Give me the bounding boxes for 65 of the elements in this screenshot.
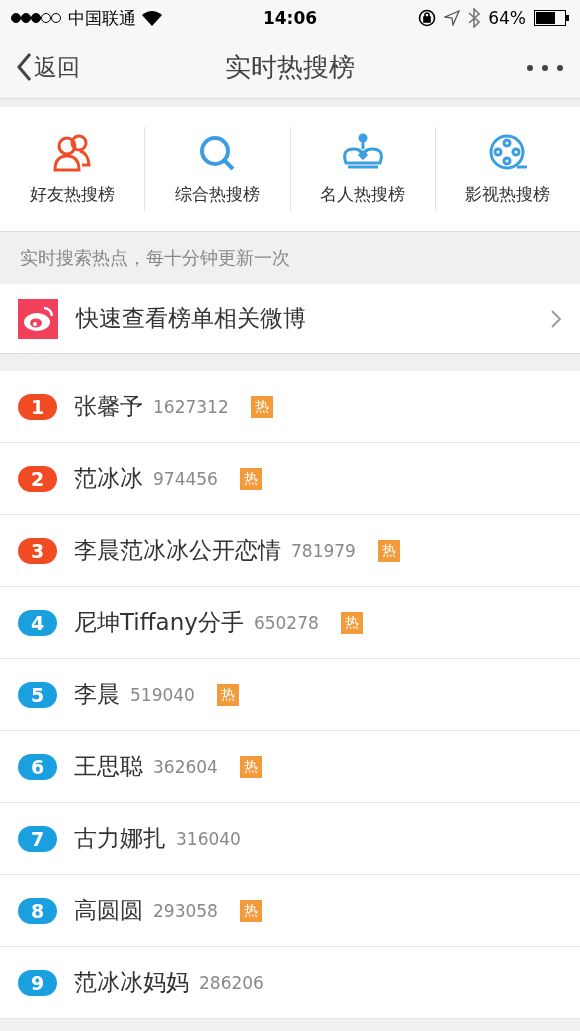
rank-badge: 6 [18, 753, 57, 780]
people-icon [52, 132, 93, 173]
category-button[interactable]: 影视热搜榜 [435, 127, 580, 211]
clock: 14:06 [262, 8, 318, 28]
page-title: 实时热搜榜 [225, 50, 355, 84]
rank-badge: 3 [18, 537, 57, 564]
ranking-row[interactable]: 3 李晨范冰冰公开恋情 781979 热 [0, 515, 580, 587]
ranking-row[interactable]: 2 范冰冰 974456 热 [0, 443, 580, 515]
topic-name: 古力娜扎 [74, 824, 166, 853]
wifi-icon [142, 10, 162, 26]
topic-name: 张馨予 [74, 392, 143, 421]
search-count: 781979 [291, 540, 356, 561]
bluetooth-icon [468, 8, 481, 28]
search-count: 974456 [153, 468, 218, 489]
signal-icon [10, 12, 62, 24]
rank-badge: 1 [18, 393, 57, 420]
hot-tag: 热 [340, 611, 363, 634]
ranking-row[interactable]: 4 尼坤Tiffany分手 650278 热 [0, 587, 580, 659]
rank-badge: 4 [18, 609, 57, 636]
rank-badge: 8 [18, 897, 57, 924]
topic-name: 李晨范冰冰公开恋情 [74, 536, 281, 565]
ranking-row[interactable]: 1 张馨予 1627312 热 [0, 371, 580, 443]
search-count: 519040 [130, 684, 195, 705]
battery-icon [534, 10, 570, 26]
hot-tag: 热 [239, 755, 262, 778]
topic-name: 王思聪 [74, 752, 143, 781]
rotation-lock-icon [418, 9, 437, 27]
hot-tag: 热 [239, 467, 262, 490]
ranking-row[interactable]: 5 李晨 519040 热 [0, 659, 580, 731]
search-count: 286206 [199, 972, 264, 993]
topic-name: 范冰冰 [74, 464, 143, 493]
topic-name: 范冰冰妈妈 [74, 968, 189, 997]
search-count: 316040 [176, 828, 241, 849]
search-count: 362604 [153, 756, 218, 777]
more-icon [526, 63, 564, 72]
ranking-row[interactable]: 9 范冰冰妈妈 286206 [0, 947, 580, 1019]
chevron-left-icon [16, 52, 32, 82]
back-button[interactable]: 返回 [16, 51, 225, 83]
search-count: 1627312 [153, 396, 229, 417]
rank-badge: 9 [18, 969, 57, 996]
battery-percent: 64% [488, 8, 526, 28]
search-count: 293058 [153, 900, 218, 921]
category-button[interactable]: 好友热搜榜 [0, 127, 146, 211]
location-icon [444, 10, 461, 26]
rank-badge: 7 [18, 825, 57, 852]
hot-tag: 热 [239, 899, 262, 922]
ranking-row[interactable]: 6 王思聪 362604 热 [0, 731, 580, 803]
category-button[interactable]: 综合热搜榜 [145, 127, 291, 211]
topic-name: 尼坤Tiffany分手 [74, 608, 244, 637]
category-button[interactable]: 名人热搜榜 [290, 127, 436, 211]
rank-badge: 2 [18, 465, 57, 492]
ranking-row[interactable]: 7 古力娜扎 316040 [0, 803, 580, 875]
rank-badge: 5 [18, 681, 57, 708]
topic-name: 李晨 [74, 680, 120, 709]
chevron-right-icon [550, 308, 562, 329]
hot-tag: 热 [377, 539, 400, 562]
hot-tag: 热 [216, 683, 239, 706]
topic-name: 高圆圆 [74, 896, 143, 925]
ranking-row[interactable]: 8 高圆圆 293058 热 [0, 875, 580, 947]
quick-link-row[interactable]: 快速查看榜单相关微博 [0, 284, 580, 354]
carrier: 中国联通 [68, 6, 136, 30]
search-count: 650278 [253, 612, 319, 633]
update-notice: 实时搜索热点，每十分钟更新一次 [19, 246, 291, 270]
hot-tag: 热 [250, 395, 273, 418]
weibo-logo-icon [18, 298, 58, 339]
